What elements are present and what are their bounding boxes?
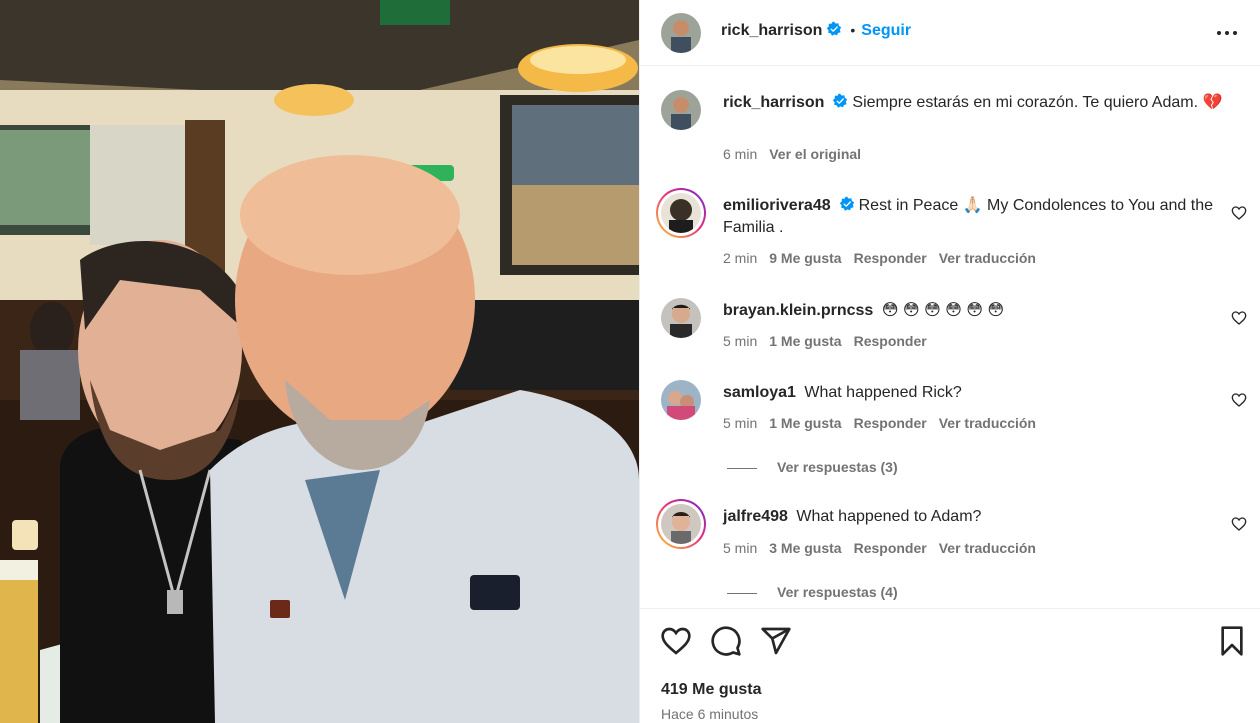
view-replies-button[interactable]: Ver respuestas (3) <box>727 459 898 475</box>
comment-username[interactable]: jalfre498 <box>723 508 788 525</box>
comment-meta: 5 min 3 Me gusta Responder Ver traducción <box>723 540 1048 556</box>
comment-text-block: samloya1 What happened Rick? <box>723 382 1233 404</box>
comment-likes-count[interactable]: 1 Me gusta <box>769 333 841 349</box>
comment-time: 2 min <box>723 250 758 266</box>
comment-likes-count[interactable]: 3 Me gusta <box>769 540 841 556</box>
reply-button[interactable]: Responder <box>854 415 927 431</box>
replies-divider <box>727 467 757 469</box>
caption-time: 6 min <box>723 146 758 162</box>
comment-time: 5 min <box>723 540 758 556</box>
comment-text-block: brayan.klein.prncss 😳 😳 😳 😳 😳 😳 <box>723 300 1233 322</box>
reply-button[interactable]: Responder <box>854 333 927 349</box>
translate-button[interactable]: Ver traducción <box>939 250 1036 266</box>
post-header: rick_harrison • Seguir <box>640 0 1260 66</box>
reply-button[interactable]: Responder <box>854 250 927 266</box>
author-username[interactable]: rick_harrison <box>721 22 822 39</box>
caption-avatar[interactable] <box>661 90 701 130</box>
replies-divider <box>727 592 757 594</box>
comment-text-block: jalfre498 What happened to Adam? <box>723 506 1233 528</box>
verified-badge-icon <box>833 93 848 108</box>
view-replies-button[interactable]: Ver respuestas (4) <box>727 584 898 600</box>
post-timestamp: Hace 6 minutos <box>661 706 759 722</box>
comment-text: 😳 😳 😳 😳 😳 😳 <box>881 302 1005 319</box>
comment-text-block: emiliorivera48 Rest in Peace 🙏🏻 My Condol… <box>723 195 1233 239</box>
caption-text-block: rick_harrison Siempre estarás en mi coraz… <box>723 92 1233 114</box>
verified-badge-icon <box>839 196 854 211</box>
comment-time: 5 min <box>723 415 758 431</box>
more-options-icon[interactable] <box>1213 19 1241 47</box>
comment-likes-count[interactable]: 9 Me gusta <box>769 250 841 266</box>
header-user-line: rick_harrison • Seguir <box>721 21 911 40</box>
post-sidebar: rick_harrison • Seguir rick_harrison Siempr… <box>639 0 1260 723</box>
comment-meta: 5 min 1 Me gusta Responder Ver traducción <box>723 415 1048 431</box>
caption-text: Siempre estarás en mi corazón. Te quiero… <box>852 94 1223 111</box>
comment-username[interactable]: brayan.klein.prncss <box>723 302 873 319</box>
author-avatar[interactable] <box>661 13 701 53</box>
comment-avatar[interactable] <box>661 504 701 544</box>
share-paper-plane-icon[interactable] <box>760 625 792 657</box>
comment-text: What happened to Adam? <box>796 508 982 525</box>
follow-button[interactable]: Seguir <box>861 22 911 39</box>
reply-button[interactable]: Responder <box>854 540 927 556</box>
comment-like-heart-icon[interactable] <box>1231 392 1247 408</box>
comment-avatar[interactable] <box>661 193 701 233</box>
view-replies-label: Ver respuestas (3) <box>777 459 898 475</box>
comment-text: What happened Rick? <box>804 384 962 401</box>
comment-time: 5 min <box>723 333 758 349</box>
comment-like-heart-icon[interactable] <box>1231 516 1247 532</box>
view-replies-label: Ver respuestas (4) <box>777 584 898 600</box>
caption-meta: 6 min Ver el original <box>723 146 873 162</box>
translate-button[interactable]: Ver traducción <box>939 540 1036 556</box>
see-original-link[interactable]: Ver el original <box>769 146 861 162</box>
post-actions: 419 Me gusta Hace 6 minutos <box>640 608 1260 723</box>
comments-list[interactable]: rick_harrison Siempre estarás en mi coraz… <box>640 66 1260 608</box>
comment-likes-count[interactable]: 1 Me gusta <box>769 415 841 431</box>
comment-avatar[interactable] <box>661 380 701 420</box>
like-heart-icon[interactable] <box>660 625 692 657</box>
likes-count[interactable]: 419 Me gusta <box>661 681 761 699</box>
caption-username[interactable]: rick_harrison <box>723 94 824 111</box>
comment-username[interactable]: samloya1 <box>723 384 796 401</box>
comment-like-heart-icon[interactable] <box>1231 310 1247 326</box>
save-bookmark-icon[interactable] <box>1216 625 1248 657</box>
comment-meta: 5 min 1 Me gusta Responder <box>723 333 939 349</box>
comment-bubble-icon[interactable] <box>710 625 742 657</box>
comment-avatar[interactable] <box>661 298 701 338</box>
comment-username[interactable]: emiliorivera48 <box>723 197 831 214</box>
separator-dot: • <box>850 22 856 38</box>
comment-like-heart-icon[interactable] <box>1231 205 1247 221</box>
comment-meta: 2 min 9 Me gusta Responder Ver traducción <box>723 250 1048 266</box>
verified-badge-icon <box>827 21 842 36</box>
translate-button[interactable]: Ver traducción <box>939 415 1036 431</box>
post-photo[interactable] <box>0 0 639 723</box>
